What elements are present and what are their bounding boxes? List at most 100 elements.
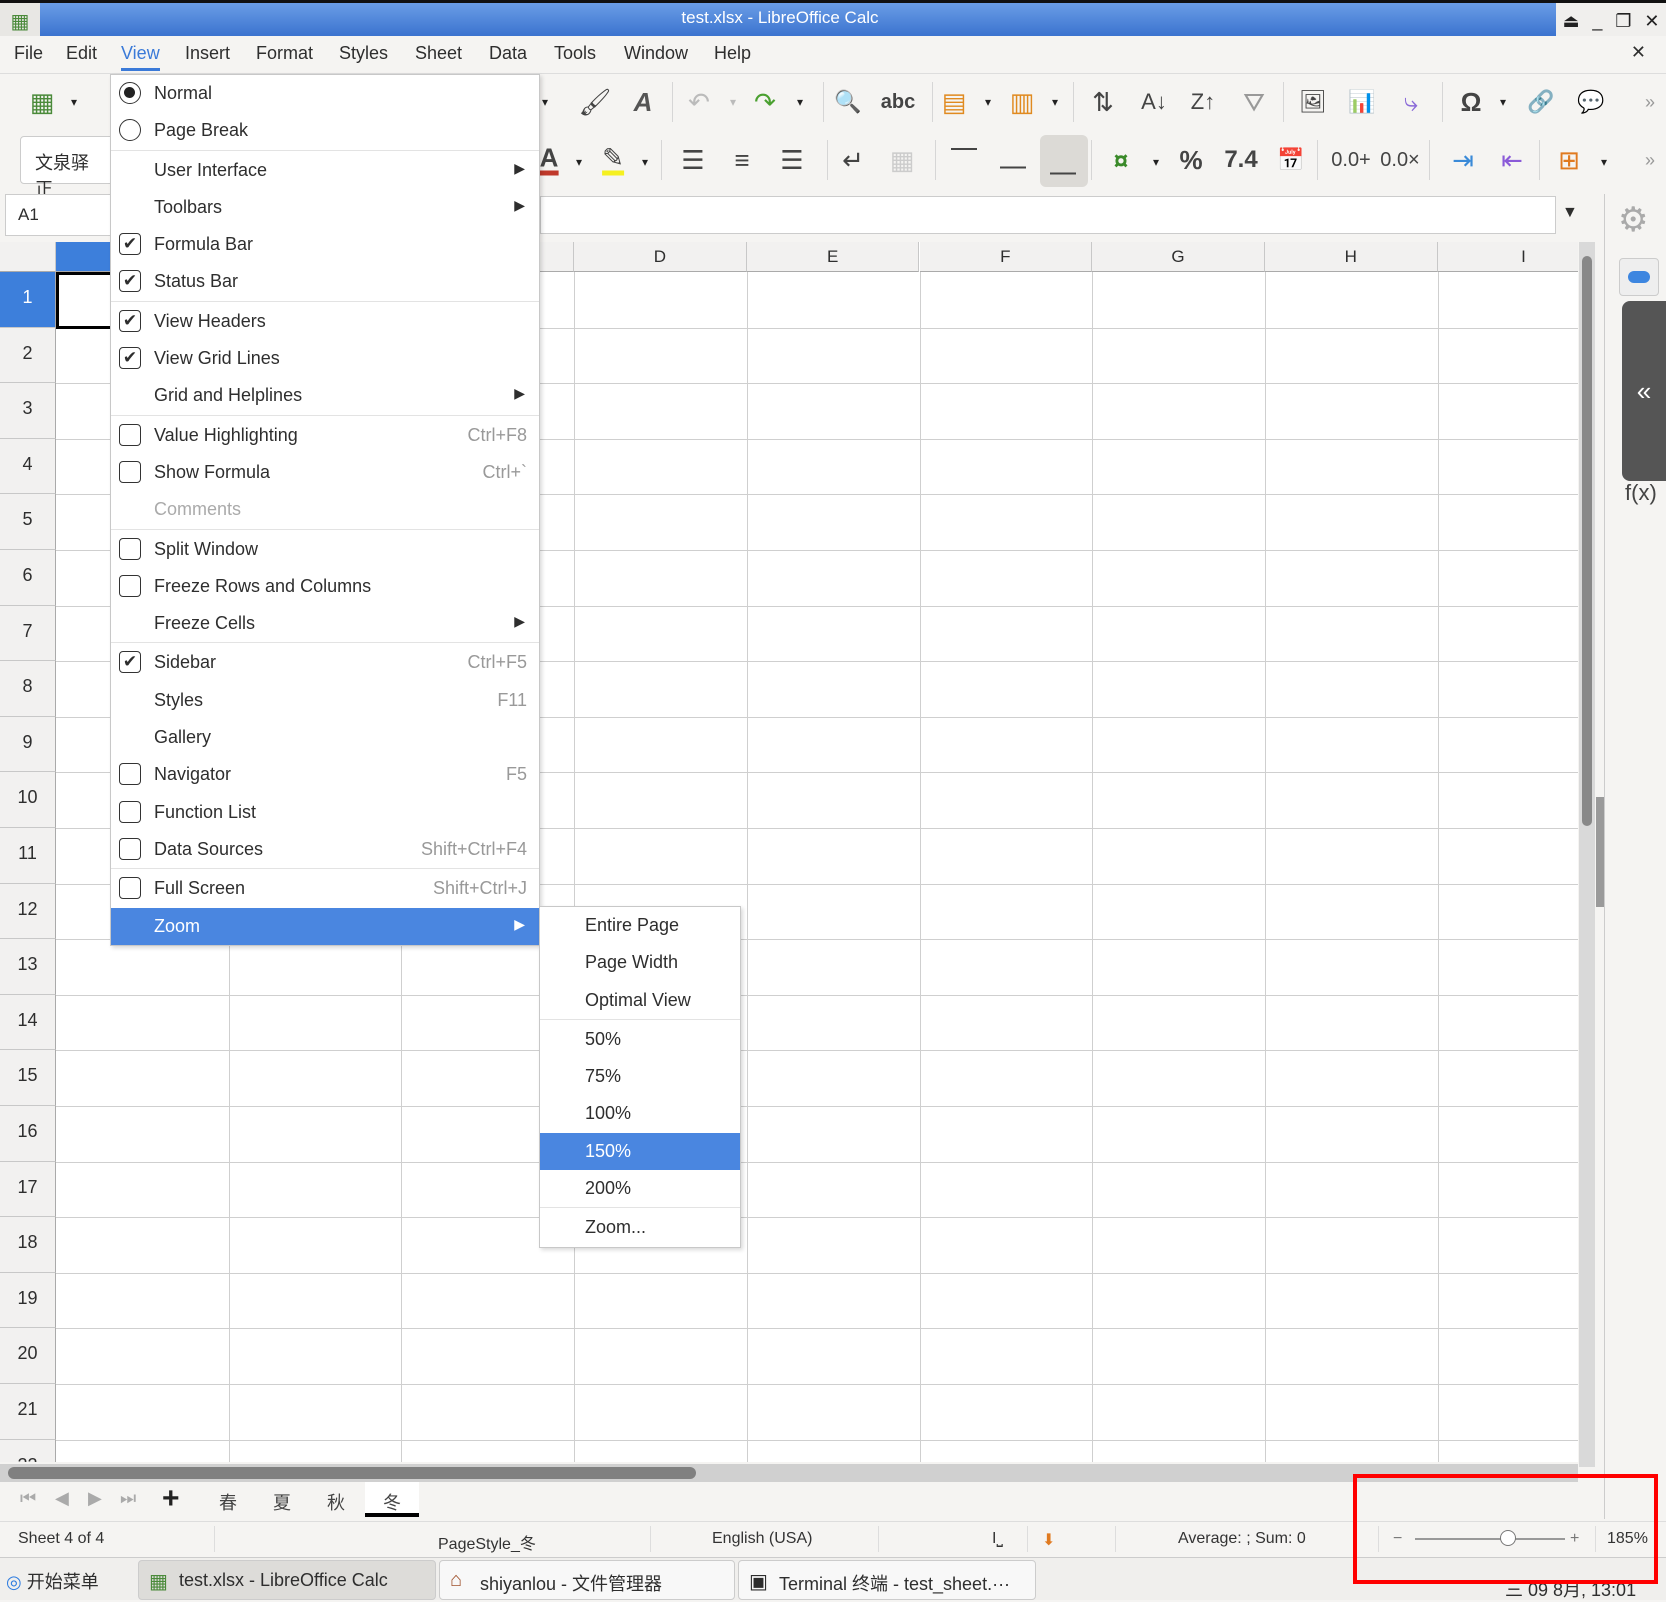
sheet-tab[interactable]: 春	[203, 1482, 253, 1517]
shade-icon[interactable]: ⏏	[1562, 11, 1579, 32]
view-menu-item-function-list[interactable]: Function List	[111, 794, 539, 831]
menu-sheet[interactable]: Sheet	[415, 43, 462, 64]
pivot-table-icon[interactable]: ⤷	[1404, 89, 1419, 115]
new-spreadsheet-icon[interactable]: ▦	[30, 89, 55, 115]
sort-icon[interactable]: ⇅	[1092, 89, 1114, 115]
row-header-21[interactable]: 21	[0, 1384, 56, 1440]
hyperlink-icon[interactable]: 🔗	[1527, 91, 1554, 113]
row-header-11[interactable]: 11	[0, 828, 56, 884]
number-format-icon[interactable]: 7.4	[1224, 148, 1257, 172]
borders-dropdown-icon[interactable]: ▾	[1601, 156, 1607, 168]
row-header-6[interactable]: 6	[0, 550, 56, 606]
column-header-g[interactable]: G	[1092, 242, 1265, 272]
insert-image-icon[interactable]: 🖼	[1299, 91, 1327, 113]
borders-icon[interactable]: ⊞	[1558, 147, 1580, 173]
view-menu-item-view-grid-lines[interactable]: ✔ View Grid Lines	[111, 340, 539, 377]
font-name-box[interactable]: 文泉驿正	[20, 136, 120, 199]
view-menu-item-navigator[interactable]: Navigator F5	[111, 756, 539, 793]
zoom-menu-item-75[interactable]: 75%	[540, 1058, 740, 1095]
row-header-5[interactable]: 5	[0, 494, 56, 550]
sidebar-settings-icon[interactable]: ⚙	[1618, 200, 1648, 240]
start-menu-button[interactable]: ◎ 开始菜单	[6, 1568, 99, 1594]
more-options-icon[interactable]: »	[1645, 151, 1655, 169]
minimize-icon[interactable]: _	[1592, 11, 1602, 32]
row-header-20[interactable]: 20	[0, 1328, 56, 1384]
row-header-12[interactable]: 12	[0, 883, 56, 940]
font-color-icon[interactable]: A	[539, 145, 559, 176]
row-header-4[interactable]: 4	[0, 438, 56, 495]
menu-view[interactable]: View	[121, 43, 160, 71]
expand-formula-icon[interactable]: ▼	[1562, 204, 1578, 222]
name-box[interactable]: A1	[5, 194, 115, 236]
align-center-icon[interactable]: ≡	[734, 147, 749, 173]
menu-tools[interactable]: Tools	[554, 43, 596, 64]
menu-file[interactable]: File	[14, 43, 43, 64]
sheet-tab[interactable]: 夏	[257, 1482, 307, 1517]
row-header-17[interactable]: 17	[0, 1161, 56, 1218]
merge-cells-icon[interactable]: ▦	[890, 147, 915, 173]
insert-chart-icon[interactable]: 📊	[1348, 91, 1375, 113]
view-menu-item-toolbars[interactable]: Toolbars ▶	[111, 189, 539, 226]
undo-dropdown-icon[interactable]: ▾	[730, 96, 736, 108]
rows-dropdown-icon[interactable]: ▾	[985, 96, 991, 108]
previous-sheet-icon[interactable]: ◀	[55, 1488, 69, 1509]
zoom-menu-item-page-width[interactable]: Page Width	[540, 944, 740, 981]
view-menu-item-split-window[interactable]: Split Window	[111, 531, 539, 568]
redo-dropdown-icon[interactable]: ▾	[797, 96, 803, 108]
comment-icon[interactable]: 💬	[1577, 91, 1604, 113]
maximize-icon[interactable]: ❐	[1615, 11, 1631, 32]
sort-descending-icon[interactable]: Z↑	[1191, 91, 1215, 113]
zoom-menu-item-200[interactable]: 200%	[540, 1170, 740, 1207]
columns-dropdown-icon[interactable]: ▾	[1052, 96, 1058, 108]
column-header-e[interactable]: E	[746, 242, 920, 272]
view-menu-item-formula-bar[interactable]: ✔ Formula Bar	[111, 226, 539, 263]
zoom-menu-item-100[interactable]: 100%	[540, 1095, 740, 1132]
clone-formatting-icon[interactable]: 🖌	[578, 89, 611, 115]
row-header-2[interactable]: 2	[0, 327, 56, 384]
save-dropdown-icon[interactable]: ▾	[542, 96, 548, 108]
add-decimal-icon[interactable]: 0.0+	[1331, 150, 1370, 170]
view-menu-item-show-formula[interactable]: Show Formula Ctrl+`	[111, 454, 539, 491]
task-calc[interactable]: ▦ test.xlsx - LibreOffice Calc	[138, 1560, 436, 1600]
highlight-dropdown-icon[interactable]: ▾	[642, 156, 648, 168]
row-header-1[interactable]: 1	[0, 272, 56, 328]
font-color-dropdown-icon[interactable]: ▾	[576, 156, 582, 168]
sidebar-collapse-button[interactable]: «	[1622, 301, 1666, 481]
zoom-menu-item-50[interactable]: 50%	[540, 1021, 740, 1058]
view-menu-item-zoom[interactable]: Zoom ▶	[111, 907, 539, 945]
menu-format[interactable]: Format	[256, 43, 313, 64]
view-menu-item-freeze-cells[interactable]: Freeze Cells ▶	[111, 605, 539, 642]
autofilter-icon[interactable]: ⛛	[1243, 89, 1265, 115]
increase-indent-icon[interactable]: ⇥	[1452, 147, 1474, 173]
wrap-text-icon[interactable]: ↵	[842, 147, 864, 173]
sheet-tab-active[interactable]: 冬	[365, 1482, 419, 1517]
row-header-22[interactable]: 22	[0, 1439, 56, 1462]
align-right-icon[interactable]: ☰	[780, 147, 803, 173]
percent-format-icon[interactable]: %	[1179, 147, 1202, 173]
menu-insert[interactable]: Insert	[185, 43, 230, 64]
language[interactable]: English (USA)	[712, 1530, 812, 1548]
row-header-7[interactable]: 7	[0, 605, 56, 662]
decrease-indent-icon[interactable]: ⇤	[1501, 147, 1523, 173]
view-menu-item-view-headers[interactable]: ✔ View Headers	[111, 303, 539, 340]
functions-icon[interactable]: f(x)	[1625, 480, 1657, 506]
row-header-19[interactable]: 19	[0, 1272, 56, 1329]
view-menu-item-styles[interactable]: Styles F11	[111, 682, 539, 719]
view-menu-item-data-sources[interactable]: Data Sources Shift+Ctrl+F4	[111, 831, 539, 868]
task-file-manager[interactable]: ⌂ shiyanlou - 文件管理器	[439, 1560, 735, 1600]
row-header-10[interactable]: 10	[0, 772, 56, 828]
new-dropdown-icon[interactable]: ▾	[71, 96, 77, 108]
sheet-tab[interactable]: 秋	[311, 1482, 361, 1517]
row-header-3[interactable]: 3	[0, 383, 56, 439]
view-menu-item-sidebar[interactable]: ✔ Sidebar Ctrl+F5	[111, 644, 539, 681]
align-middle-icon[interactable]: ⎼	[1000, 147, 1026, 173]
align-top-icon[interactable]: ⎺	[951, 147, 977, 173]
row-header-14[interactable]: 14	[0, 994, 56, 1051]
close-document-icon[interactable]: ✕	[1631, 42, 1646, 63]
column-header-d[interactable]: D	[574, 242, 747, 272]
vertical-scroll-thumb[interactable]	[1582, 256, 1592, 826]
next-sheet-icon[interactable]: ▶	[88, 1488, 102, 1509]
column-header-f[interactable]: F	[919, 242, 1093, 272]
page-style[interactable]: PageStyle_冬	[438, 1530, 536, 1554]
row-header-8[interactable]: 8	[0, 661, 56, 717]
